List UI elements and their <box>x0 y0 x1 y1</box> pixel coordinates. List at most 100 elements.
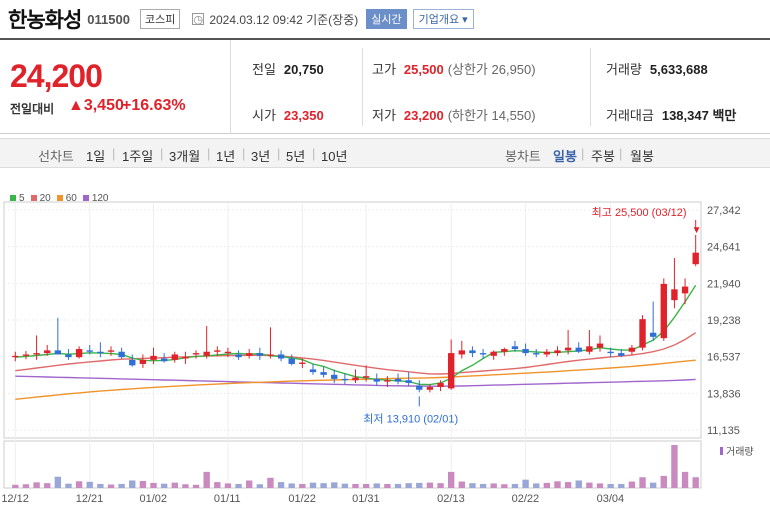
candle-body <box>618 353 625 356</box>
volume-bar <box>384 483 391 488</box>
low-price: 저가 23,200 (하한가 14,550) <box>372 105 536 124</box>
volume-bar <box>639 477 646 488</box>
volume-bar <box>479 483 487 488</box>
upper-limit: (상한가 26,950) <box>447 62 536 77</box>
candle-body <box>246 353 253 356</box>
high-arrow-head: ▼ <box>692 225 702 236</box>
candlestick-chart[interactable]: 27,342 24,641 21,940 19,238 16,537 13,836 11,1… <box>0 200 770 516</box>
candle-body <box>33 353 40 355</box>
y-tick-label: 24,641 <box>707 242 741 254</box>
x-tick-label: 01/22 <box>288 493 316 505</box>
volume-bar <box>246 480 253 488</box>
candle-body <box>97 351 104 354</box>
candle-body <box>12 355 19 358</box>
volume-bar <box>447 471 455 488</box>
candle-body <box>203 351 210 356</box>
volume-bar <box>469 483 476 488</box>
candle-body <box>44 350 51 354</box>
volume-bar <box>44 483 51 488</box>
volume-bar <box>309 482 317 488</box>
volume-bar <box>554 481 561 488</box>
volume-legend-swatch <box>720 447 723 455</box>
period-5y[interactable]: 5년 <box>286 146 305 165</box>
period-3y[interactable]: 3년 <box>251 146 270 165</box>
candle-body <box>490 351 497 356</box>
x-tick-label: 02/22 <box>512 493 540 505</box>
trade-amount: 거래대금 138,347 백만 <box>606 105 736 124</box>
period-daily[interactable]: 일봉 <box>553 146 577 165</box>
period-weekly[interactable]: 주봉 <box>591 146 615 165</box>
realtime-button[interactable]: 실시간 <box>366 9 407 29</box>
candle-body <box>469 350 476 354</box>
candle-body <box>171 354 178 360</box>
volume-bar <box>139 481 147 488</box>
volume-bar <box>671 445 678 488</box>
candle-body <box>586 346 593 352</box>
candle-body <box>65 354 72 358</box>
price-summary: 24,200 전일대비 ▲3,450 +16.63% 전일 20,750 시가 23… <box>0 38 770 134</box>
x-tick-label: 01/11 <box>214 493 241 505</box>
y-tick-label: 19,238 <box>707 315 741 327</box>
volume-bar <box>65 483 72 488</box>
period-monthly[interactable]: 월봉 <box>630 146 654 165</box>
prev-close-label: 전일 <box>252 62 276 77</box>
volume-bar <box>394 483 402 488</box>
candle-body <box>214 350 221 352</box>
x-tick-label: 01/02 <box>140 493 168 505</box>
candle-body <box>182 357 189 359</box>
timestamp: 2024.03.12 09:42 기준(장중) <box>209 12 359 27</box>
lower-limit: (하한가 14,550) <box>447 108 536 123</box>
ma20-line <box>15 332 697 375</box>
volume-bar <box>235 483 242 488</box>
company-info-button[interactable]: 기업개요 ▾ <box>412 9 474 29</box>
volume-bar <box>288 483 295 488</box>
candle-body <box>501 349 508 352</box>
candle-body <box>522 349 529 354</box>
volume-bar <box>192 484 200 488</box>
candle-body <box>192 353 200 355</box>
volume-bar <box>511 483 519 488</box>
y-tick-label: 16,537 <box>707 352 741 364</box>
volume-frame <box>3 440 702 489</box>
volume-bar <box>256 484 264 488</box>
stock-name: 한농화성 <box>8 9 82 32</box>
volume-bar <box>649 482 657 488</box>
y-tick-label: 27,342 <box>707 205 741 217</box>
candle-body <box>341 378 349 381</box>
high-label: 고가 <box>372 62 396 77</box>
volume-bar <box>543 482 551 488</box>
candle-body <box>628 347 636 352</box>
separator: | <box>312 146 316 161</box>
period-10y[interactable]: 10년 <box>321 146 347 165</box>
volume-bar <box>458 481 465 488</box>
trade-amount-value: 138,347 백만 <box>661 108 737 123</box>
candle-body <box>267 354 274 356</box>
divider <box>590 48 591 126</box>
period-1y[interactable]: 1년 <box>216 146 235 165</box>
candle-body <box>320 372 327 375</box>
separator: | <box>112 146 116 161</box>
candle-body <box>543 351 551 355</box>
period-1d[interactable]: 1일 <box>86 146 105 165</box>
change-percent: +16.63% <box>122 97 186 114</box>
candle-body <box>75 349 83 358</box>
candle-body <box>331 374 338 379</box>
volume-bar <box>596 483 604 488</box>
x-tick-label: 02/13 <box>437 493 465 505</box>
candle-body <box>649 332 657 337</box>
volume-bar <box>182 484 189 488</box>
candle-body <box>416 385 423 390</box>
low-label: 저가 <box>372 108 396 123</box>
candle-body <box>671 289 678 301</box>
volume-bar <box>331 482 338 488</box>
period-3m[interactable]: 3개월 <box>169 146 200 165</box>
volume-bar <box>341 483 349 488</box>
period-1w[interactable]: 1주일 <box>122 146 153 165</box>
volume-bar <box>160 483 168 488</box>
candle-body <box>299 362 306 364</box>
volume-bar <box>575 480 582 488</box>
trade-amount-label: 거래대금 <box>606 108 654 123</box>
high-annotation: 최고 25,500 (03/12) <box>592 206 687 219</box>
separator: | <box>277 146 281 161</box>
x-tick-label: 12/21 <box>76 493 104 505</box>
